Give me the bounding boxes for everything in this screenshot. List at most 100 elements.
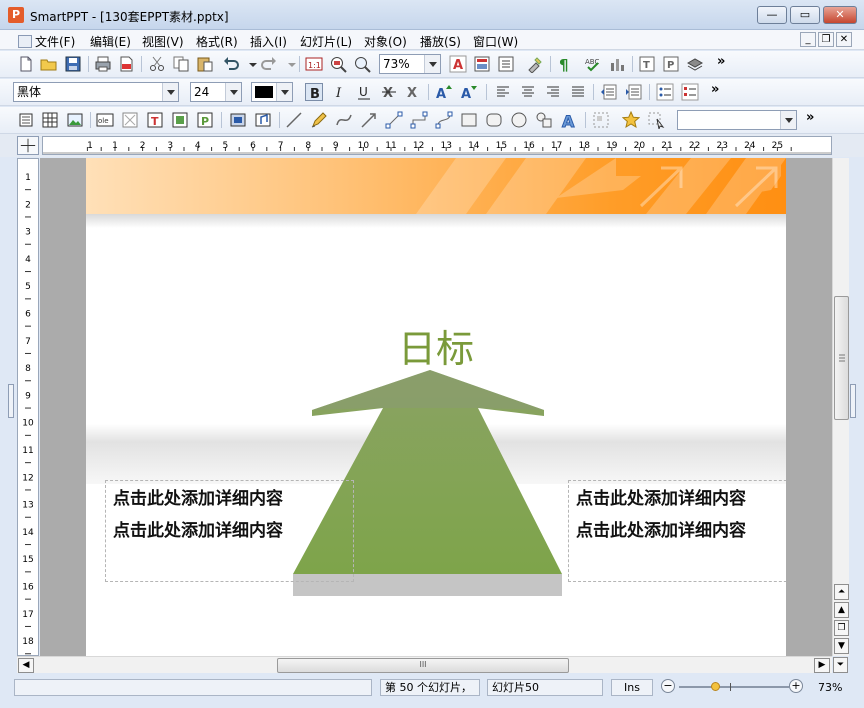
undo-dropdown-icon[interactable] [244,55,257,73]
horizontal-scrollbar[interactable]: ◀ III ▶ [17,656,832,673]
align-right-icon[interactable] [544,83,562,101]
rectangle-tool-icon[interactable] [460,111,478,129]
group-icon[interactable] [592,111,610,129]
undo-icon[interactable] [222,55,240,73]
slide-title[interactable]: 日标 [86,318,786,373]
zoom-select[interactable]: 73% [379,54,441,74]
slide-canvas[interactable]: 日标 点击此处添加详细内容 点击此处添加详细内容 点击此处添加详细内容 点击此处… [40,158,832,656]
clear-format-icon[interactable]: X [404,83,422,101]
minimize-window-button[interactable]: — [757,6,787,24]
toolbar2-overflow-chevron[interactable]: » [711,82,719,97]
menu-edit[interactable]: 编辑(E) [90,33,131,50]
mdi-minimize-button[interactable]: _ [800,32,816,47]
menu-insert[interactable]: 插入(I) [250,33,287,50]
decrease-font-icon[interactable]: A [460,83,478,101]
first-slide-icon[interactable]: ⏶ [834,584,849,600]
video-icon[interactable] [229,111,247,129]
star-effect-icon[interactable] [622,111,640,129]
frame-icon[interactable] [121,111,139,129]
text-color-a-icon[interactable]: A [449,55,467,73]
elbow-connector-icon[interactable] [410,111,428,129]
export-pdf-icon[interactable] [117,55,135,73]
table-icon[interactable] [41,111,59,129]
slide-layout-icon[interactable] [473,55,491,73]
zoom-slider-track[interactable] [679,686,789,688]
rounded-rectangle-icon[interactable] [485,111,503,129]
menu-file[interactable]: 文件(F) [18,33,75,50]
menu-slide[interactable]: 幻灯片(L) [300,33,352,50]
insert-picture-icon[interactable] [66,111,84,129]
restore-window-button[interactable]: ▭ [790,6,820,24]
zoom-out-icon[interactable]: − [661,679,675,693]
zoom-slider-knob[interactable] [711,682,720,691]
horizontal-scroll-thumb[interactable]: III [277,658,569,673]
font-name-select[interactable]: 黑体 [13,82,179,102]
chart-tool-icon[interactable] [608,55,626,73]
increase-indent-icon[interactable] [625,83,643,101]
vertical-ruler[interactable]: 1 2 3 4 5 6 7 8 9 10 11 12 13 14 15 16 17 18 [17,158,39,656]
last-slide-icon[interactable]: ⏷ [833,657,848,673]
arrow-tool-icon[interactable] [360,111,378,129]
left-content-placeholder[interactable]: 点击此处添加详细内容 点击此处添加详细内容 [105,480,354,582]
zoom-icon[interactable] [353,55,371,73]
save-icon[interactable] [64,55,82,73]
left-pane-splitter[interactable] [8,384,14,418]
menu-object[interactable]: 对象(O) [364,33,407,50]
scroll-left-icon[interactable]: ◀ [18,658,34,673]
menu-view[interactable]: 视图(V) [142,33,184,50]
picture-frame-icon[interactable] [171,111,189,129]
right-pane-splitter[interactable] [850,384,856,418]
paste-icon[interactable] [196,55,214,73]
menu-format[interactable]: 格式(R) [196,33,238,50]
wordart-icon[interactable]: A [560,111,578,130]
textbox-icon[interactable] [17,111,35,129]
selection-tool-icon[interactable] [647,111,665,129]
ellipse-tool-icon[interactable] [510,111,528,129]
numbered-list-icon[interactable] [681,83,699,101]
stack-layers-icon[interactable] [686,55,704,73]
audio-icon[interactable] [254,111,272,129]
previous-slide-icon[interactable]: ▲ [834,602,849,618]
underline-icon[interactable]: U [355,83,373,101]
text-frame-icon[interactable]: T [146,111,164,129]
align-justify-icon[interactable] [569,83,587,101]
redo-dropdown-icon[interactable] [283,55,296,73]
zoom-in-icon[interactable]: + [789,679,803,693]
menu-play[interactable]: 播放(S) [420,33,461,50]
scroll-right-icon[interactable]: ▶ [814,658,830,673]
actual-size-icon[interactable]: 1:1 [305,55,323,73]
object-style-select[interactable] [677,110,797,130]
right-content-placeholder[interactable]: 点击此处添加详细内容 点击此处添加详细内容 [568,480,786,582]
new-slide-icon[interactable]: T [638,55,656,73]
slide-view-icon[interactable]: ❐ [834,620,849,636]
cut-icon[interactable] [148,55,166,73]
print-icon[interactable] [94,55,112,73]
toolbar1-overflow-chevron[interactable]: » [717,54,725,69]
connector-tool-icon[interactable] [385,111,403,129]
close-window-button[interactable]: ✕ [823,6,857,24]
open-folder-icon[interactable] [40,55,58,73]
ole-object-icon[interactable]: ole [96,111,114,129]
copy-icon[interactable] [172,55,190,73]
align-center-icon[interactable] [519,83,537,101]
slide-properties-icon[interactable]: P [662,55,680,73]
new-document-icon[interactable] [17,55,35,73]
slide[interactable]: 日标 点击此处添加详细内容 点击此处添加详细内容 点击此处添加详细内容 点击此处… [86,158,786,656]
mdi-close-button[interactable]: ✕ [836,32,852,47]
autoshape-icon[interactable] [535,111,553,129]
mdi-restore-button[interactable]: ❐ [818,32,834,47]
italic-icon[interactable]: I [330,83,348,101]
curved-connector-icon[interactable] [435,111,453,129]
increase-font-icon[interactable]: A [435,83,453,101]
decrease-indent-icon[interactable] [600,83,618,101]
strikethrough-icon[interactable]: X [380,83,398,101]
ruler-corner-crosshair-icon[interactable] [17,136,39,155]
font-color-select[interactable] [251,82,293,102]
vertical-scrollbar[interactable]: ⏶ ▲ ❐ ▼ [832,158,849,656]
bullet-list-icon[interactable] [656,83,674,101]
placeholder-frame-icon[interactable]: P [196,111,214,129]
vertical-scroll-thumb[interactable] [834,296,849,420]
horizontal-ruler[interactable]: 1 1 2 3 4 5 6 7 8 9 10 11 12 13 14 15 16 17 18 19 20 21 22 23 24… [42,136,832,155]
zoom-page-icon[interactable] [329,55,347,73]
toolbar3-overflow-chevron[interactable]: » [806,110,814,125]
